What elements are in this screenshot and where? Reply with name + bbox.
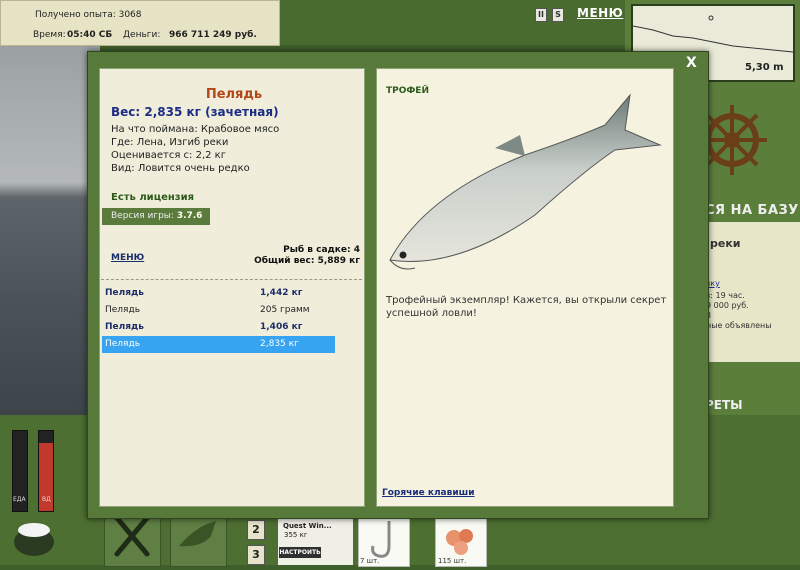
catch-row-selected[interactable]: Пелядь 2,835 кг (102, 336, 335, 353)
divider (101, 279, 362, 280)
hotkeys-link[interactable]: Горячие клавиши (382, 488, 475, 498)
money-label: Деньги: (123, 30, 161, 40)
catch-name: Пелядь (105, 288, 144, 298)
experience-label: Получено опыта: 3068 (35, 10, 142, 20)
catch-row[interactable]: Пелядь 1,442 кг (102, 285, 335, 302)
keepnet-summary: Рыб в садке: 4 Общий вес: 5,889 кг (254, 245, 360, 267)
hook-count: 7 шт. (360, 557, 380, 565)
slot-3-button[interactable]: 3 (247, 545, 265, 565)
catch-weight: 2,835 кг (260, 339, 299, 349)
trophy-description: Трофейный экземпляр! Кажется, вы открыли… (386, 295, 667, 319)
version-label: Версия игры: (111, 211, 174, 221)
catch-weight: 1,442 кг (260, 288, 303, 298)
catch-name: Пелядь (105, 322, 144, 332)
keepnet-count: Рыб в садке: 4 (283, 245, 360, 255)
depth-readout: 5,30 m (745, 62, 784, 73)
close-icon[interactable]: X (686, 55, 697, 71)
lake-view (0, 40, 100, 415)
location-info-line: з: 19 час. (706, 291, 745, 300)
catch-location: Где: Лена, Изгиб реки (111, 137, 229, 148)
valued-from: Оценивается с: 2,2 кг (111, 150, 226, 161)
location-info-line: ные объявлены (706, 321, 772, 330)
location-title: реки (710, 237, 741, 250)
quest-settings-button[interactable]: НАСТРОИТЬ (279, 547, 321, 558)
location-info-line: 9 000 руб. (706, 301, 749, 310)
slot-2-button[interactable]: 2 (247, 520, 265, 540)
stats-panel: Получено опыта: 3068 Время: 05:40 СБ Ден… (0, 0, 280, 46)
drink-label: ВД (42, 496, 51, 503)
return-to-base-button[interactable]: СЯ НА БАЗУ (705, 203, 799, 218)
catch-rarity: Вид: Ловится очень редко (111, 163, 250, 174)
money-value: 966 711 249 руб. (169, 30, 257, 40)
catch-row[interactable]: Пелядь 205 грамм (102, 302, 335, 319)
pause-button[interactable]: II (535, 8, 547, 22)
catch-weight: 1,406 кг (260, 322, 303, 332)
quest-weight: 355 кг (284, 531, 308, 539)
version-value: 3.7.6 (176, 211, 203, 221)
main-menu-button[interactable]: МЕНЮ (577, 6, 623, 20)
sound-button[interactable]: S (552, 8, 564, 22)
game-version: Версия игры: 3.7.6 (102, 208, 210, 225)
whitefish-image (389, 93, 662, 270)
menu-link[interactable]: МЕНЮ (111, 253, 144, 263)
time-label: Время: (33, 30, 66, 40)
food-label: ЕДА (13, 496, 26, 503)
catch-name: Пелядь (105, 305, 140, 315)
catch-weight: 205 грамм (260, 305, 310, 315)
catch-row[interactable]: Пелядь 1,406 кг (102, 319, 335, 336)
caught-on: На что поймана: Крабовое мясо (111, 124, 280, 135)
secrets-button[interactable]: РЕТЫ (705, 398, 743, 412)
quest-title: Quest Win... (283, 522, 332, 530)
catch-name: Пелядь (105, 339, 140, 349)
fish-name: Пелядь (205, 87, 263, 102)
keepnet-weight: Общий вес: 5,889 кг (254, 256, 360, 266)
time-value: 05:40 СБ (67, 30, 113, 40)
bait-count: 115 шт. (438, 557, 467, 565)
fish-weight: Вес: 2,835 кг (зачетная) (111, 105, 279, 119)
license-status: Есть лицензия (111, 192, 195, 203)
cauldron-icon[interactable] (10, 510, 58, 560)
